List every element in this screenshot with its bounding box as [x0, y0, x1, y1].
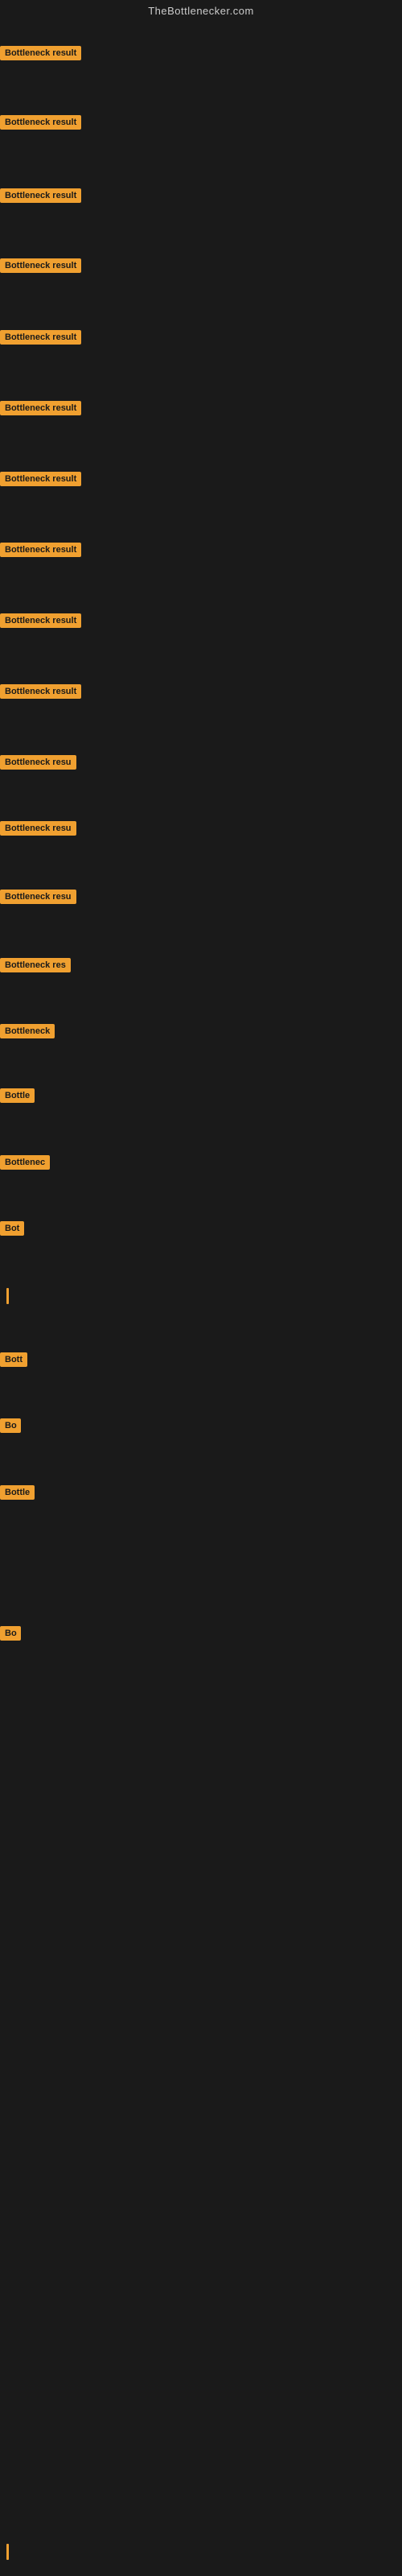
bottleneck-result-row-10: Bottleneck result	[0, 684, 81, 703]
bottleneck-result-row-11: Bottleneck resu	[0, 755, 76, 774]
bottleneck-result-row-4: Bottleneck result	[0, 258, 81, 277]
bottleneck-badge-19[interactable]: Bott	[0, 1352, 27, 1367]
bottleneck-result-row-16: Bottle	[0, 1088, 35, 1107]
bottleneck-badge-13[interactable]: Bottleneck resu	[0, 890, 76, 904]
bottleneck-result-row-14: Bottleneck res	[0, 958, 71, 976]
bottleneck-result-row-20: Bo	[0, 1418, 21, 1437]
bottleneck-badge-11[interactable]: Bottleneck resu	[0, 755, 76, 770]
bottleneck-badge-14[interactable]: Bottleneck res	[0, 958, 71, 972]
bottleneck-result-row-12: Bottleneck resu	[0, 821, 76, 840]
bottleneck-result-row-19: Bott	[0, 1352, 27, 1371]
vertical-line-1	[6, 1288, 9, 1304]
bottleneck-badge-2[interactable]: Bottleneck result	[0, 115, 81, 130]
bottleneck-badge-7[interactable]: Bottleneck result	[0, 472, 81, 486]
bottleneck-result-row-15: Bottleneck	[0, 1024, 55, 1042]
site-title: TheBottlenecker.com	[0, 0, 402, 22]
bottleneck-result-row-1: Bottleneck result	[0, 46, 81, 64]
bottleneck-result-row-13: Bottleneck resu	[0, 890, 76, 908]
bottleneck-result-row-22: Bo	[0, 1626, 21, 1645]
bottleneck-badge-9[interactable]: Bottleneck result	[0, 613, 81, 628]
bottleneck-result-row-3: Bottleneck result	[0, 188, 81, 207]
vertical-line-2	[6, 2544, 9, 2560]
bottleneck-result-row-9: Bottleneck result	[0, 613, 81, 632]
bottleneck-badge-21[interactable]: Bottle	[0, 1485, 35, 1500]
bottleneck-result-row-6: Bottleneck result	[0, 401, 81, 419]
bottleneck-badge-12[interactable]: Bottleneck resu	[0, 821, 76, 836]
bottleneck-badge-8[interactable]: Bottleneck result	[0, 543, 81, 557]
bottleneck-badge-5[interactable]: Bottleneck result	[0, 330, 81, 345]
bottleneck-result-row-17: Bottlenec	[0, 1155, 50, 1174]
bottleneck-badge-4[interactable]: Bottleneck result	[0, 258, 81, 273]
bottleneck-result-row-7: Bottleneck result	[0, 472, 81, 490]
bottleneck-badge-16[interactable]: Bottle	[0, 1088, 35, 1103]
bottleneck-badge-3[interactable]: Bottleneck result	[0, 188, 81, 203]
bottleneck-badge-18[interactable]: Bot	[0, 1221, 24, 1236]
bottleneck-badge-22[interactable]: Bo	[0, 1626, 21, 1641]
bottleneck-result-row-8: Bottleneck result	[0, 543, 81, 561]
bottleneck-badge-20[interactable]: Bo	[0, 1418, 21, 1433]
bottleneck-badge-15[interactable]: Bottleneck	[0, 1024, 55, 1038]
bottleneck-badge-17[interactable]: Bottlenec	[0, 1155, 50, 1170]
bottleneck-badge-10[interactable]: Bottleneck result	[0, 684, 81, 699]
bottleneck-badge-6[interactable]: Bottleneck result	[0, 401, 81, 415]
bottleneck-result-row-18: Bot	[0, 1221, 24, 1240]
bottleneck-result-row-5: Bottleneck result	[0, 330, 81, 349]
bottleneck-result-row-2: Bottleneck result	[0, 115, 81, 134]
bottleneck-badge-1[interactable]: Bottleneck result	[0, 46, 81, 60]
bottleneck-result-row-21: Bottle	[0, 1485, 35, 1504]
